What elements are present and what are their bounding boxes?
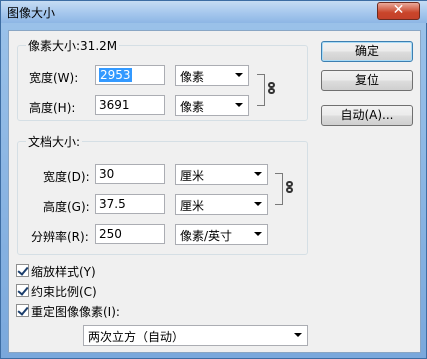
resolution-label: 分辨率(R):	[31, 230, 89, 244]
resolution-input[interactable]: 250	[95, 224, 165, 244]
dialog-title: 图像大小	[7, 6, 56, 20]
chevron-down-icon	[254, 172, 262, 176]
doc-link-bracket	[275, 173, 283, 205]
doc-height-value: 37.5	[99, 197, 126, 211]
chevron-down-icon	[254, 202, 262, 206]
pixel-height-label: 高度(H):	[29, 101, 76, 115]
doc-height-unit-select[interactable]: 厘米	[175, 194, 268, 215]
reset-button[interactable]: 复位	[321, 70, 413, 91]
resample-checkbox[interactable]	[16, 304, 29, 317]
close-icon: ✕	[392, 2, 405, 18]
pixel-height-unit: 像素	[180, 100, 205, 114]
pixel-width-label: 宽度(W):	[29, 71, 79, 85]
title-bar[interactable]: 图像大小 ✕	[1, 1, 427, 23]
resolution-value: 250	[99, 227, 122, 241]
resolution-unit: 像素/英寸	[180, 229, 233, 243]
chevron-down-icon	[235, 103, 243, 107]
doc-height-input[interactable]: 37.5	[95, 194, 165, 214]
auto-button[interactable]: 自动(A)...	[321, 105, 413, 126]
pixel-height-input[interactable]: 3691	[95, 95, 165, 115]
image-size-dialog: 图像大小 ✕ 像素大小:31.2M 宽度(W): 2953 像素 高度(H): …	[0, 0, 427, 359]
chain-link-icon	[285, 181, 295, 195]
doc-width-input[interactable]: 30	[95, 164, 165, 184]
resample-method-select[interactable]: 两次立方（自动）	[83, 325, 308, 346]
pixel-width-input[interactable]: 2953	[95, 65, 165, 85]
doc-width-label: 宽度(D):	[43, 170, 90, 184]
document-size-label: 文档大小:	[26, 133, 83, 150]
scale-styles-checkbox[interactable]	[16, 264, 29, 277]
chevron-down-icon	[254, 232, 262, 236]
chevron-down-icon	[235, 73, 243, 77]
constrain-proportions-checkbox[interactable]	[16, 284, 29, 297]
close-button[interactable]: ✕	[377, 2, 420, 20]
constrain-proportions-label[interactable]: 约束比例(C)	[31, 283, 97, 300]
scale-styles-label[interactable]: 缩放样式(Y)	[31, 263, 96, 280]
resample-label[interactable]: 重定图像像素(I):	[31, 303, 120, 320]
pixel-width-unit: 像素	[180, 70, 205, 84]
ok-button[interactable]: 确定	[321, 41, 413, 62]
pixel-width-unit-select[interactable]: 像素	[175, 65, 249, 86]
resolution-unit-select[interactable]: 像素/英寸	[175, 224, 268, 245]
dialog-body: 像素大小:31.2M 宽度(W): 2953 像素 高度(H): 3691 像素…	[8, 30, 421, 353]
doc-width-value: 30	[99, 167, 115, 181]
doc-width-unit-select[interactable]: 厘米	[175, 164, 268, 185]
pixel-width-value: 2953	[99, 68, 132, 82]
resample-method-value: 两次立方（自动）	[88, 330, 185, 344]
doc-height-unit: 厘米	[180, 199, 205, 213]
chevron-down-icon	[294, 333, 302, 337]
doc-width-unit: 厘米	[180, 169, 205, 183]
pixel-height-unit-select[interactable]: 像素	[175, 95, 249, 116]
pixel-dimensions-label: 像素大小:31.2M	[26, 37, 120, 54]
doc-height-label: 高度(G):	[43, 200, 90, 214]
chain-link-icon	[267, 82, 277, 96]
pixel-link-bracket	[257, 74, 265, 106]
pixel-height-value: 3691	[99, 98, 130, 112]
